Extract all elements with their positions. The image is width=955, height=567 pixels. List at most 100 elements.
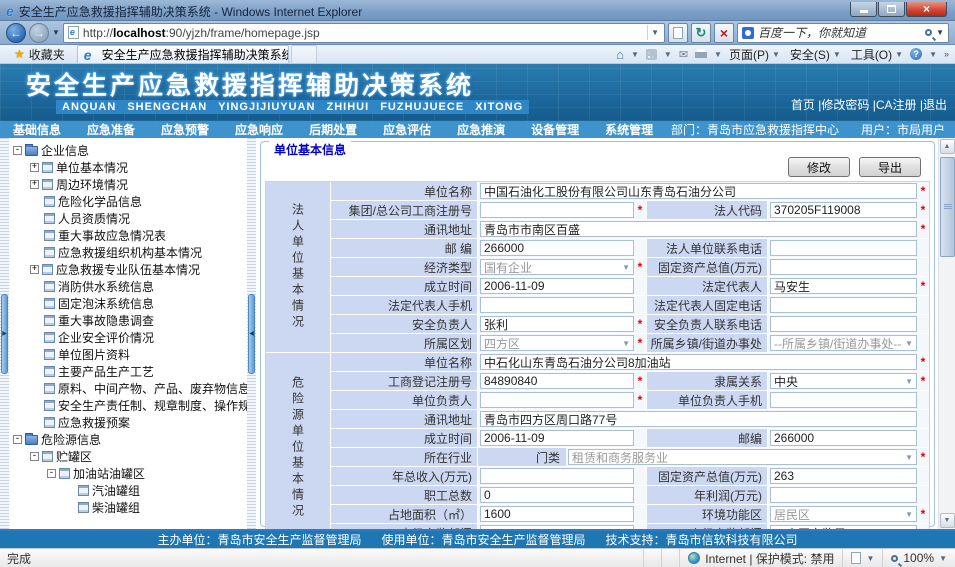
home-icon[interactable]: ⌂ [616,48,624,61]
browser-tab[interactable]: e 安全生产应急救援指挥辅助决策系统 [77,45,289,63]
form-input[interactable] [770,297,917,313]
help-icon[interactable]: ? [910,48,922,60]
compatibility-view-button[interactable] [668,23,688,43]
search-dropdown-icon[interactable]: ▼ [936,28,944,37]
menu-0[interactable]: 页面(P)▼ [729,46,780,63]
tree-splitter[interactable]: ◀ [247,138,256,529]
form-input[interactable] [770,259,917,275]
nav-item-4[interactable]: 后期处置 [296,121,370,138]
help-dropdown-icon[interactable]: ▼ [929,50,937,59]
home-dropdown-icon[interactable]: ▼ [631,50,639,59]
tree-node[interactable]: 汽油罐组 [11,482,247,499]
form-input[interactable] [480,202,634,218]
form-input[interactable]: 266000 [480,240,634,256]
form-input[interactable]: 中国石油化工股份有限公司山东青岛石油分公司 [480,183,917,199]
nav-item-2[interactable]: 应急预警 [148,121,222,138]
search-icon[interactable] [925,29,932,36]
tree-node[interactable]: 消防供水系统信息 [11,278,247,295]
form-input[interactable] [770,487,917,503]
form-input[interactable]: 青岛市四方区周口路77号 [480,411,917,427]
tree-node[interactable]: +应急救援专业队伍基本情况 [11,261,247,278]
maximize-button[interactable] [878,2,905,17]
menu-2[interactable]: 工具(O)▼ [851,46,903,63]
collapse-icon[interactable]: - [47,469,56,478]
tree-node[interactable]: -危险源信息 [11,431,247,448]
left-collapse-handle[interactable]: ▶ [1,294,8,374]
tree-node[interactable]: 危险化学品信息 [11,193,247,210]
history-dropdown-icon[interactable]: ▼ [52,28,60,37]
form-input[interactable]: 370205F119008 [770,202,917,218]
nav-item-6[interactable]: 应急推演 [444,121,518,138]
new-tab-button[interactable] [291,45,317,63]
scrollbar-thumb[interactable] [940,157,955,257]
form-input[interactable]: 四方区安监局 [770,525,917,529]
header-link-1[interactable]: 修改密码 [821,98,869,112]
form-input[interactable] [480,297,634,313]
stop-button[interactable]: × [714,23,734,43]
nav-item-5[interactable]: 应急评估 [370,121,444,138]
tree-node[interactable]: 企业安全评价情况 [11,329,247,346]
form-input[interactable]: 84890840 [480,373,634,389]
form-select[interactable]: 中央▼ [770,373,917,389]
favorites-button[interactable]: ★ 收藏夹 [6,45,73,63]
tree-node[interactable]: 安全生产责任制、规章制度、操作规程信息 [11,397,247,414]
tree-node[interactable]: 应急救援预案 [11,414,247,431]
nav-item-3[interactable]: 应急响应 [222,121,296,138]
nav-item-1[interactable]: 应急准备 [74,121,148,138]
print-dropdown-icon[interactable]: ▼ [714,50,722,59]
refresh-button[interactable]: ↻ [691,23,711,43]
url-field[interactable]: http://localhost:90/yjzh/frame/homepage.… [63,23,665,43]
tree-node[interactable]: 重大事故隐患调查 [11,312,247,329]
rss-icon[interactable] [646,49,657,60]
tree-node[interactable]: 重大事故应急情况表 [11,227,247,244]
tree-node[interactable]: -贮罐区 [11,448,247,465]
form-select[interactable]: --所属乡镇/街道办事处--▼ [770,335,917,351]
read-mail-icon[interactable]: ✉ [679,48,688,61]
tree-node[interactable]: -加油站油罐区 [11,465,247,482]
privacy-dropdown-icon[interactable]: ▼ [866,554,874,563]
form-input[interactable]: 2006-11-09 [480,278,634,294]
tree-node[interactable]: 主要产品生产工艺 [11,363,247,380]
form-input[interactable]: 马安生 [770,278,917,294]
tree-node[interactable]: 原料、中间产物、产品、废弃物信息 [11,380,247,397]
modify-button[interactable]: 修改 [788,157,850,177]
print-icon[interactable] [695,49,707,59]
tree-node[interactable]: 应急救援组织机构基本情况 [11,244,247,261]
header-link-0[interactable]: 首页 [791,98,815,112]
scroll-up-icon[interactable]: ▲ [940,139,955,154]
back-button[interactable]: ← [6,23,26,43]
export-button[interactable]: 导出 [859,157,921,177]
form-input[interactable] [770,240,917,256]
form-select[interactable]: 四方区▼ [480,335,634,351]
form-input[interactable] [480,525,634,529]
tree-node[interactable]: +单位基本情况 [11,159,247,176]
collapse-icon[interactable]: - [13,435,22,444]
form-input[interactable]: 263 [770,468,917,484]
expand-icon[interactable]: + [30,265,39,274]
form-input[interactable] [770,392,917,408]
forward-button[interactable]: → [29,23,49,43]
tree-node[interactable]: 人员资质情况 [11,210,247,227]
privacy-pane[interactable]: ▼ [842,549,882,567]
url-text[interactable]: http://localhost:90/yjzh/frame/homepage.… [83,26,643,40]
form-input[interactable]: 0 [480,487,634,503]
tree-node[interactable]: 柴油罐组 [11,499,247,516]
menu-1[interactable]: 安全(S)▼ [790,46,841,63]
nav-item-8[interactable]: 系统管理 [592,121,666,138]
tree-node[interactable]: -企业信息 [11,142,247,159]
nav-item-0[interactable]: 基础信息 [0,121,74,138]
close-button[interactable]: × [906,2,947,17]
tree-node[interactable]: +周边环境情况 [11,176,247,193]
zoom-control[interactable]: 100% ▼ [882,549,955,567]
rss-dropdown-icon[interactable]: ▼ [664,50,672,59]
expand-icon[interactable]: + [30,163,39,172]
search-input[interactable]: 百度一下，你就知道 [758,24,921,41]
tree-node[interactable]: 固定泡沫系统信息 [11,295,247,312]
collapse-icon[interactable]: - [30,452,39,461]
header-link-2[interactable]: CA注册 [876,98,917,112]
form-input[interactable]: 张利 [480,316,634,332]
form-input[interactable] [480,392,634,408]
form-input[interactable]: 266000 [770,430,917,446]
form-input[interactable]: 1600 [480,506,634,522]
minimize-button[interactable] [850,2,877,17]
